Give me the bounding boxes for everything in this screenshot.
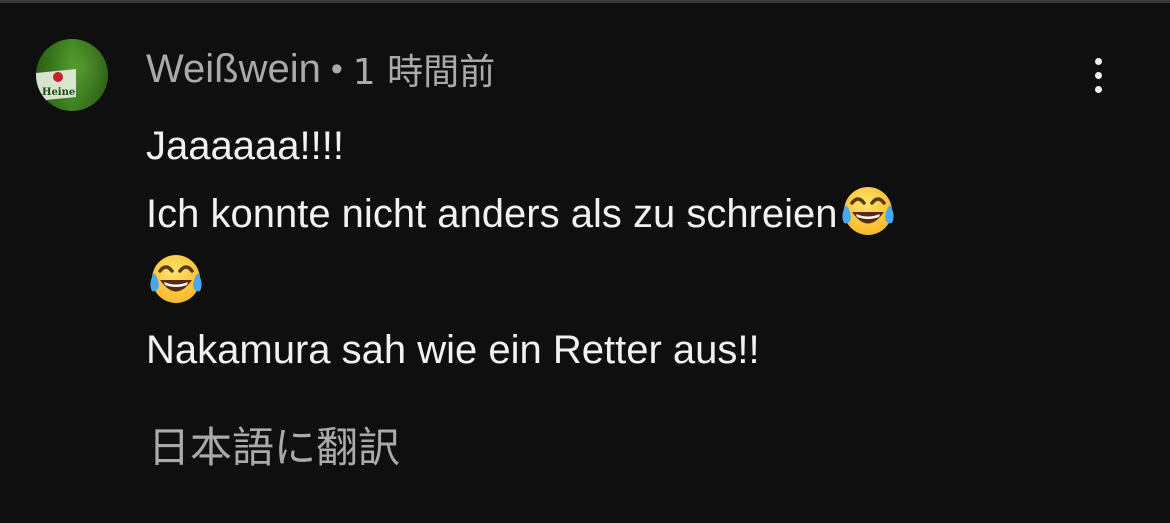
comment-line: Jaaaaaa!!!! bbox=[146, 124, 344, 168]
more-dot bbox=[1094, 85, 1102, 93]
comment-line: Ich konnte nicht anders als zu schreien bbox=[146, 180, 1136, 248]
comment-line: Nakamura sah wie ein Retter aus!! bbox=[146, 328, 760, 372]
more-dot bbox=[1094, 57, 1102, 65]
translate-button[interactable]: 日本語に翻訳 bbox=[148, 414, 400, 475]
comment-timestamp[interactable]: 1 時間前 bbox=[353, 43, 495, 95]
more-dot bbox=[1094, 71, 1102, 79]
author-name[interactable]: Weißwein bbox=[146, 47, 321, 92]
comment-line bbox=[146, 248, 1136, 316]
avatar[interactable]: Heine bbox=[36, 39, 108, 111]
avatar-label: Heine bbox=[42, 87, 75, 98]
header-separator: • bbox=[330, 49, 343, 88]
comment-text: Jaaaaaa!!!! Ich konnte nicht anders als … bbox=[146, 112, 1136, 384]
tears-of-joy-emoji-icon bbox=[150, 255, 202, 303]
avatar-image: Heine bbox=[36, 39, 108, 111]
more-options-icon[interactable] bbox=[1080, 52, 1116, 98]
comment-header: Weißwein • 1 時間前 bbox=[146, 43, 495, 95]
comment-line-text: Ich konnte nicht anders als zu schreien bbox=[146, 192, 838, 236]
tears-of-joy-emoji-icon bbox=[841, 187, 894, 235]
top-divider bbox=[0, 0, 1170, 3]
